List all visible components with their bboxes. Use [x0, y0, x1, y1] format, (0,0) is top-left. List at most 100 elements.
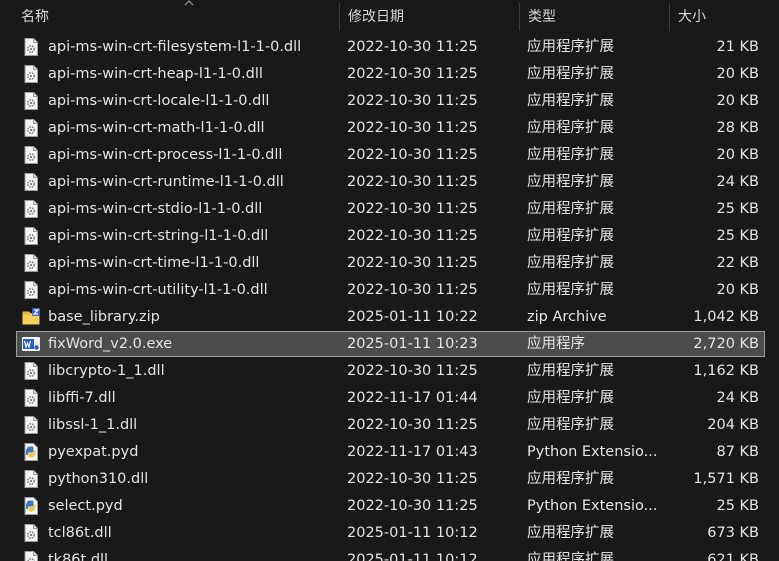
file-type: 应用程序扩展: [527, 120, 614, 136]
dll-file-icon: [21, 172, 41, 192]
file-name: base_library.zip: [48, 309, 160, 325]
sort-ascending-icon: [184, 0, 194, 6]
file-type: 应用程序扩展: [527, 255, 614, 271]
file-size: 20 KB: [716, 93, 759, 109]
file-modified-date: 2022-10-30 11:25: [347, 120, 478, 136]
table-row[interactable]: libssl-1_1.dll 2022-10-30 11:25 应用程序扩展 204 …: [16, 412, 765, 438]
dll-file-icon: [21, 253, 41, 273]
table-row[interactable]: api-ms-win-crt-runtime-l1-1-0.dll 2022-10…: [16, 169, 765, 195]
file-type: 应用程序扩展: [527, 525, 614, 541]
file-modified-date: 2025-01-11 10:23: [347, 336, 478, 352]
file-type: 应用程序扩展: [527, 282, 614, 298]
file-name: api-ms-win-crt-runtime-l1-1-0.dll: [48, 174, 284, 190]
file-name: api-ms-win-crt-stdio-l1-1-0.dll: [48, 201, 263, 217]
file-modified-date: 2022-11-17 01:44: [347, 390, 478, 406]
table-row[interactable]: api-ms-win-crt-math-l1-1-0.dll 2022-10-30…: [16, 115, 765, 141]
dll-file-icon: [21, 523, 41, 543]
table-row-selected[interactable]: fixWord_v2.0.exe 2025-01-11 10:23 应用程序 2,72…: [16, 331, 765, 357]
file-modified-date: 2022-10-30 11:25: [347, 93, 478, 109]
file-size: 25 KB: [716, 201, 759, 217]
file-size: 22 KB: [716, 255, 759, 271]
file-modified-date: 2022-10-30 11:25: [347, 39, 478, 55]
file-modified-date: 2022-10-30 11:25: [347, 363, 478, 379]
file-name: api-ms-win-crt-time-l1-1-0.dll: [48, 255, 260, 271]
file-type: 应用程序扩展: [527, 66, 614, 82]
column-header-type-label: 类型: [528, 9, 556, 25]
file-modified-date: 2022-10-30 11:25: [347, 174, 478, 190]
file-name: tcl86t.dll: [48, 525, 112, 541]
table-row[interactable]: api-ms-win-crt-locale-l1-1-0.dll 2022-10-…: [16, 88, 765, 114]
file-name: api-ms-win-crt-filesystem-l1-1-0.dll: [48, 39, 302, 55]
column-header-size[interactable]: 大小: [670, 0, 779, 34]
python-file-icon: [21, 442, 41, 462]
table-row[interactable]: api-ms-win-crt-heap-l1-1-0.dll 2022-10-30…: [16, 61, 765, 87]
file-modified-date: 2022-10-30 11:25: [347, 147, 478, 163]
file-type: 应用程序扩展: [527, 363, 614, 379]
file-type: 应用程序扩展: [527, 147, 614, 163]
file-name: select.pyd: [48, 498, 123, 514]
column-header-type[interactable]: 类型: [520, 0, 670, 34]
dll-file-icon: [21, 64, 41, 84]
table-row[interactable]: base_library.zip 2025-01-11 10:22 zip Arch…: [16, 304, 765, 330]
file-modified-date: 2022-10-30 11:25: [347, 471, 478, 487]
word-exe-icon: [21, 334, 41, 354]
file-size: 204 KB: [707, 417, 759, 433]
file-size: 28 KB: [716, 120, 759, 136]
file-type: 应用程序: [527, 336, 585, 352]
file-size: 25 KB: [716, 498, 759, 514]
dll-file-icon: [21, 550, 41, 561]
file-name: python310.dll: [48, 471, 149, 487]
table-row[interactable]: libcrypto-1_1.dll 2022-10-30 11:25 应用程序扩展 1…: [16, 358, 765, 384]
table-row[interactable]: pyexpat.pyd 2022-11-17 01:43 Python Extens…: [16, 439, 765, 465]
file-name: api-ms-win-crt-utility-l1-1-0.dll: [48, 282, 268, 298]
table-row[interactable]: select.pyd 2022-10-30 11:25 Python Extensi…: [16, 493, 765, 519]
file-type: 应用程序扩展: [527, 228, 614, 244]
file-type: Python Extensio...: [527, 444, 658, 460]
dll-file-icon: [21, 91, 41, 111]
file-modified-date: 2025-01-11 10:22: [347, 309, 478, 325]
table-row[interactable]: api-ms-win-crt-string-l1-1-0.dll 2022-10-…: [16, 223, 765, 249]
table-row[interactable]: tcl86t.dll 2025-01-11 10:12 应用程序扩展 673 KB: [16, 520, 765, 546]
table-row[interactable]: python310.dll 2022-10-30 11:25 应用程序扩展 1,571…: [16, 466, 765, 492]
file-name: api-ms-win-crt-locale-l1-1-0.dll: [48, 93, 270, 109]
file-modified-date: 2025-01-11 10:12: [347, 525, 478, 541]
dll-file-icon: [21, 280, 41, 300]
table-row[interactable]: api-ms-win-crt-stdio-l1-1-0.dll 2022-10-3…: [16, 196, 765, 222]
file-size: 24 KB: [716, 390, 759, 406]
file-size: 20 KB: [716, 66, 759, 82]
file-modified-date: 2022-10-30 11:25: [347, 66, 478, 82]
file-name: api-ms-win-crt-heap-l1-1-0.dll: [48, 66, 263, 82]
file-type: zip Archive: [527, 309, 607, 325]
dll-file-icon: [21, 361, 41, 381]
table-row[interactable]: api-ms-win-crt-utility-l1-1-0.dll 2022-10…: [16, 277, 765, 303]
file-name: libcrypto-1_1.dll: [48, 363, 165, 379]
table-row[interactable]: tk86t.dll 2025-01-11 10:12 应用程序扩展 621 KB: [16, 547, 765, 561]
dll-file-icon: [21, 415, 41, 435]
file-name: libffi-7.dll: [48, 390, 116, 406]
dll-file-icon: [21, 199, 41, 219]
dll-file-icon: [21, 118, 41, 138]
file-size: 1,042 KB: [693, 309, 759, 325]
column-header-name[interactable]: 名称: [13, 0, 340, 34]
file-name: tk86t.dll: [48, 552, 109, 561]
column-header-name-label: 名称: [21, 9, 49, 25]
table-row[interactable]: api-ms-win-crt-time-l1-1-0.dll 2022-10-30…: [16, 250, 765, 276]
column-header-bar: 名称 修改日期 类型 大小: [0, 0, 779, 34]
file-type: 应用程序扩展: [527, 417, 614, 433]
file-name: libssl-1_1.dll: [48, 417, 138, 433]
file-size: 21 KB: [716, 39, 759, 55]
file-size: 673 KB: [707, 525, 759, 541]
table-row[interactable]: libffi-7.dll 2022-11-17 01:44 应用程序扩展 24 KB: [16, 385, 765, 411]
python-file-icon: [21, 496, 41, 516]
table-row[interactable]: api-ms-win-crt-filesystem-l1-1-0.dll 2022…: [16, 34, 765, 60]
table-row[interactable]: api-ms-win-crt-process-l1-1-0.dll 2022-10…: [16, 142, 765, 168]
file-modified-date: 2022-10-30 11:25: [347, 255, 478, 271]
file-size: 20 KB: [716, 282, 759, 298]
file-modified-date: 2022-10-30 11:25: [347, 282, 478, 298]
file-modified-date: 2022-10-30 11:25: [347, 228, 478, 244]
file-name: pyexpat.pyd: [48, 444, 139, 460]
file-modified-date: 2022-10-30 11:25: [347, 201, 478, 217]
file-name: api-ms-win-crt-math-l1-1-0.dll: [48, 120, 265, 136]
column-header-modified[interactable]: 修改日期: [340, 0, 520, 34]
file-type: 应用程序扩展: [527, 39, 614, 55]
